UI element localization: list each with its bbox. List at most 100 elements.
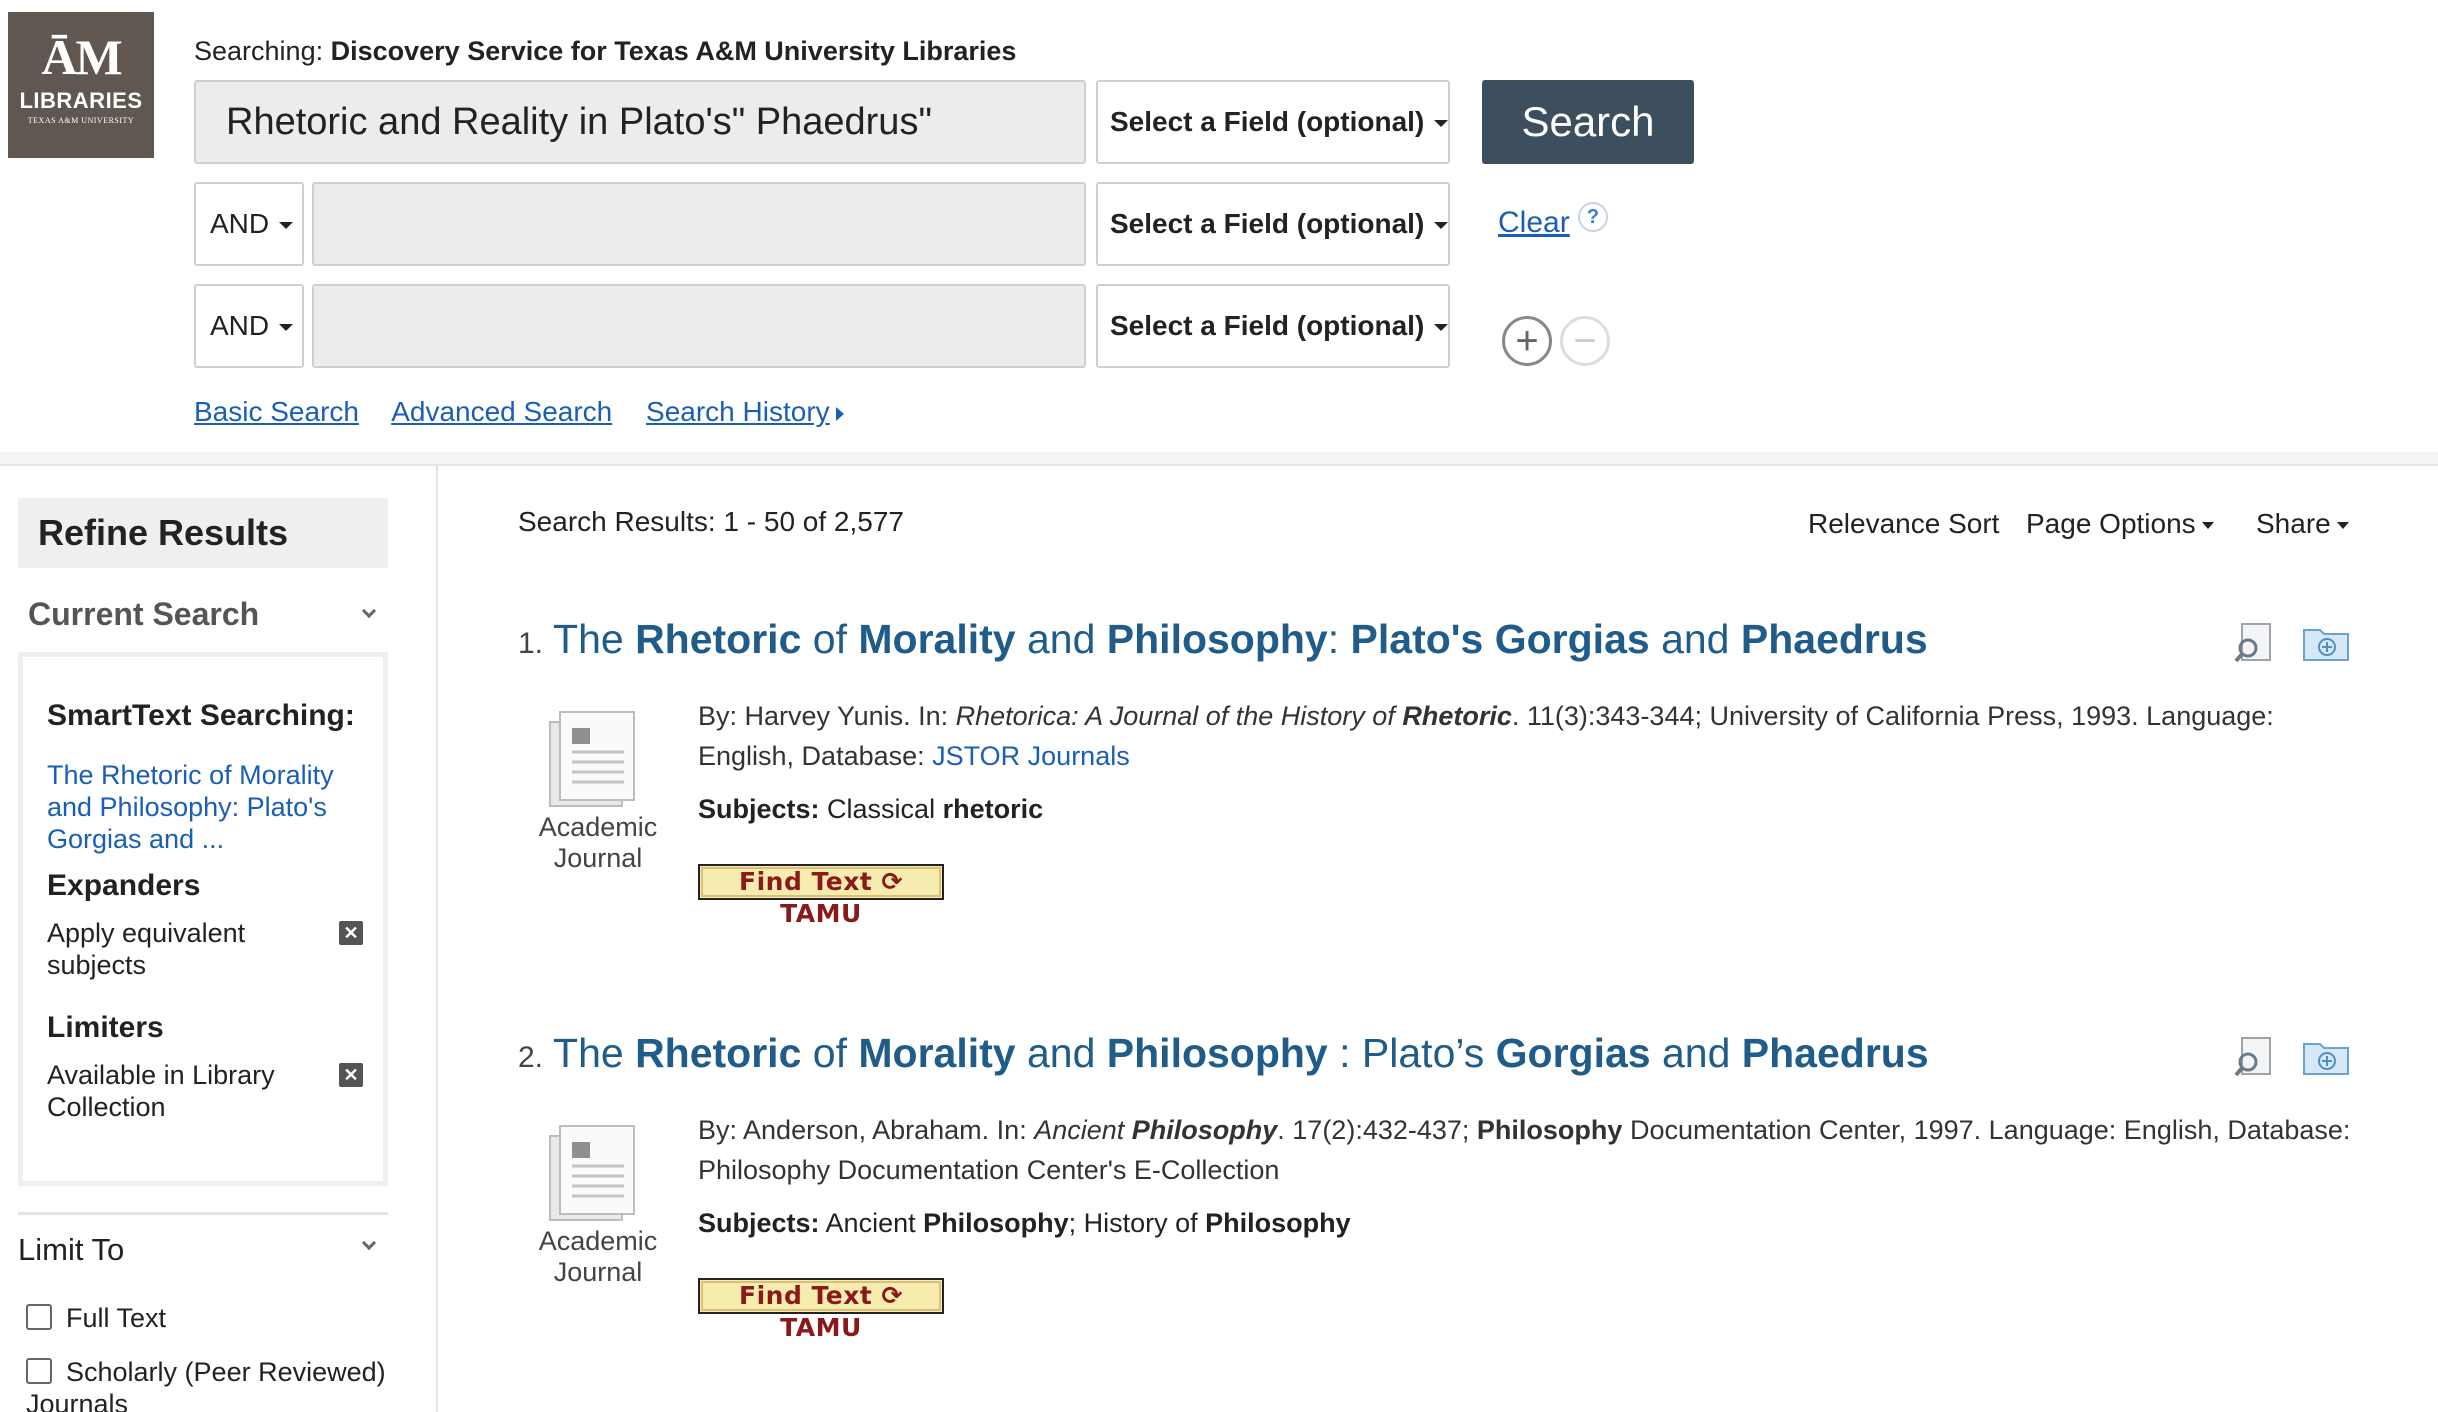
scholarly-checkbox[interactable] — [26, 1357, 52, 1384]
find-text-button[interactable]: Find Text ⟳ TAMU — [698, 1278, 944, 1342]
remove-row-icon[interactable]: − — [1560, 316, 1610, 366]
title-keyword: Plato's — [1350, 616, 1484, 662]
remove-expander-icon[interactable]: ✕ — [339, 921, 363, 945]
logo-mark: ĀM — [41, 29, 122, 85]
title-text: : — [1327, 616, 1351, 662]
library-logo[interactable]: ĀM LIBRARIES TEXAS A&M UNIVERSITY — [8, 12, 154, 158]
smarttext-heading: SmartText Searching: — [47, 699, 355, 732]
boolean-label: AND — [210, 208, 270, 239]
result-title[interactable]: 2. The Rhetoric of Morality and Philosoph… — [518, 1030, 1929, 1077]
full-text-checkbox[interactable] — [26, 1303, 52, 1330]
field-select-1[interactable]: Select a Field (optional) — [1096, 80, 1450, 164]
result-citation: By: Anderson, Abraham. In: Ancient Philo… — [698, 1110, 2358, 1190]
preview-icon[interactable] — [2234, 1036, 2274, 1078]
result-item: 1. The Rhetoric of Morality and Philosoph… — [518, 616, 2378, 946]
search-input-3[interactable] — [312, 284, 1086, 368]
publication-type-line: Academic — [538, 812, 658, 842]
result-number: 1. — [518, 627, 544, 660]
citation-author: By: Harvey Yunis. In: — [698, 701, 956, 731]
title-keyword: Philosophy — [1106, 1030, 1328, 1076]
caret-down-icon — [2201, 522, 2214, 530]
find-text-button[interactable]: Find Text ⟳ TAMU — [698, 864, 944, 928]
chevron-down-icon[interactable] — [361, 603, 377, 619]
result-citation: By: Harvey Yunis. In: Rhetorica: A Journ… — [698, 696, 2358, 776]
title-text: of — [801, 1030, 859, 1076]
search-input-2[interactable] — [312, 182, 1086, 266]
chevron-down-icon — [1434, 120, 1449, 128]
title-text: and — [1649, 616, 1741, 662]
field-select-label: Select a Field (optional) — [1110, 208, 1425, 239]
title-keyword: Gorgias — [1495, 1030, 1651, 1076]
limit-to-heading[interactable]: Limit To — [18, 1232, 124, 1268]
share-menu[interactable]: Share — [2256, 508, 2349, 540]
add-row-icon[interactable]: + — [1502, 316, 1552, 366]
title-keyword: Philosophy — [1106, 616, 1328, 662]
advanced-search-link[interactable]: Advanced Search — [391, 396, 612, 427]
limit-option-label: Scholarly (Peer Reviewed) Journals — [26, 1357, 386, 1412]
search-header: ĀM LIBRARIES TEXAS A&M UNIVERSITY Search… — [0, 0, 2438, 452]
field-select-2[interactable]: Select a Field (optional) — [1096, 182, 1450, 266]
citation-journal-text: Ancient — [1034, 1115, 1132, 1145]
search-button[interactable]: Search — [1482, 80, 1694, 164]
citation-author: By: Anderson, Abraham. In: — [698, 1115, 1035, 1145]
result-title-text[interactable]: The Rhetoric of Morality and Philosophy:… — [553, 616, 1928, 662]
field-select-label: Select a Field (optional) — [1110, 310, 1425, 341]
field-select-3[interactable]: Select a Field (optional) — [1096, 284, 1450, 368]
add-to-folder-icon[interactable] — [2302, 624, 2350, 662]
field-select-label: Select a Field (optional) — [1110, 106, 1425, 137]
limiters-heading: Limiters — [47, 1011, 164, 1044]
clear-link[interactable]: Clear — [1498, 206, 1570, 240]
title-keyword: Phaedrus — [1740, 616, 1928, 662]
help-icon[interactable]: ? — [1578, 202, 1608, 232]
add-to-folder-icon[interactable] — [2302, 1038, 2350, 1076]
limit-option-scholarly[interactable]: Scholarly (Peer Reviewed) Journals — [26, 1356, 406, 1412]
triangle-right-icon — [835, 406, 844, 421]
title-keyword: Morality — [858, 616, 1016, 662]
publication-type: Academic Journal — [518, 812, 678, 874]
search-history-link[interactable]: Search History — [646, 396, 844, 427]
refine-results-title: Refine Results — [18, 498, 388, 568]
current-search-heading[interactable]: Current Search — [28, 596, 259, 633]
chevron-down-icon[interactable] — [361, 1235, 377, 1251]
result-title-text[interactable]: The Rhetoric of Morality and Philosophy … — [553, 1030, 1929, 1076]
academic-journal-icon[interactable] — [542, 708, 642, 808]
publication-type-line: Academic — [538, 1226, 658, 1256]
academic-journal-icon[interactable] — [542, 1122, 642, 1222]
current-search-panel: SmartText Searching: The Rhetoric of Mor… — [18, 652, 388, 1186]
title-keyword: Rhetoric — [635, 616, 802, 662]
subject-highlight[interactable]: rhetoric — [943, 794, 1044, 824]
basic-search-link[interactable]: Basic Search — [194, 396, 359, 427]
publication-type: Academic Journal — [518, 1226, 678, 1288]
search-input[interactable]: Rhetoric and Reality in Plato's" Phaedru… — [194, 80, 1086, 164]
citation-journal-highlight: Philosophy — [1131, 1115, 1278, 1145]
smarttext-query-link[interactable]: The Rhetoric of Morality and Philosophy:… — [47, 759, 367, 855]
title-text: The — [553, 616, 636, 662]
refine-sidebar: Refine Results Current Search SmartText … — [0, 466, 438, 1412]
expander-item: Apply equivalent subjects — [47, 918, 246, 980]
subjects-label: Subjects: — [698, 794, 820, 824]
search-nav-links: Basic Search Advanced Search Search Hist… — [194, 396, 870, 428]
database-link[interactable]: JSTOR Journals — [932, 741, 1130, 771]
subject-text[interactable]: ; History of — [1069, 1208, 1206, 1238]
search-history-label: Search History — [646, 396, 830, 427]
share-label: Share — [2256, 508, 2331, 539]
page-options-menu[interactable]: Page Options — [2026, 508, 2214, 540]
result-title[interactable]: 1. The Rhetoric of Morality and Philosoph… — [518, 616, 1928, 663]
boolean-select-2[interactable]: AND — [194, 182, 304, 266]
boolean-select-3[interactable]: AND — [194, 284, 304, 368]
subject-highlight[interactable]: Philosophy — [1205, 1208, 1351, 1238]
relevance-sort-menu[interactable]: Relevance Sort — [1808, 508, 1999, 540]
chevron-down-icon — [279, 222, 294, 230]
limit-option-full-text[interactable]: Full Text — [26, 1302, 166, 1334]
title-keyword: Morality — [858, 1030, 1016, 1076]
remove-limiter-icon[interactable]: ✕ — [339, 1063, 363, 1087]
subject-text[interactable]: Ancient — [826, 1208, 924, 1238]
subject-highlight[interactable]: Philosophy — [923, 1208, 1069, 1238]
preview-icon[interactable] — [2234, 622, 2274, 664]
searching-target: Discovery Service for Texas A&M Universi… — [330, 36, 1017, 66]
header-divider — [0, 452, 2438, 466]
citation-journal-highlight: Rhetoric — [1402, 701, 1512, 731]
subject-text[interactable]: Classical — [827, 794, 943, 824]
citation-journal: Ancient Philosophy — [1034, 1115, 1277, 1145]
caret-down-icon — [2336, 522, 2349, 530]
